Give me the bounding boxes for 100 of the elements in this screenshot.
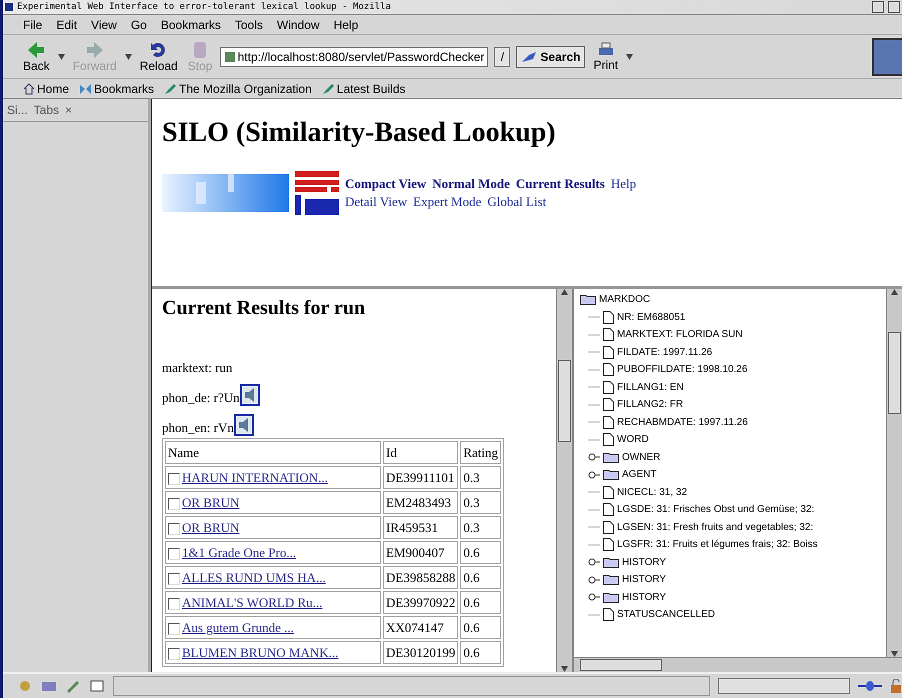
nav-link[interactable]: Detail View [345, 194, 408, 210]
expand-toggle-icon[interactable] [588, 470, 600, 479]
connection-plug-icon[interactable] [858, 679, 882, 693]
tree-item[interactable]: FILDATE: 1997.11.26 [617, 346, 712, 358]
tree-item[interactable]: MARKDOC [599, 294, 650, 306]
menu-item[interactable]: View [89, 18, 119, 32]
table-cell: 0.3 [460, 466, 502, 489]
result-link[interactable]: Aus gutem Grunde ... [182, 620, 294, 634]
column-header: Name [165, 441, 381, 464]
menu-item[interactable]: Window [274, 18, 322, 32]
tree-item[interactable]: STATUSCANCELLED [617, 609, 715, 620]
tree-item[interactable]: HISTORY [622, 574, 666, 586]
result-link[interactable]: ANIMAL'S WORLD Ru... [182, 594, 322, 610]
menu-item[interactable]: Help [332, 18, 360, 32]
speaker-icon[interactable] [240, 384, 260, 406]
tree-item[interactable]: MARKTEXT: FLORIDA SUN [617, 329, 743, 340]
checkbox[interactable] [168, 498, 180, 510]
scroll-thumb[interactable] [580, 659, 662, 671]
result-link[interactable]: 1&1 Grade One Pro... [182, 544, 296, 560]
bookmark-button[interactable]: Bookmarks [77, 82, 156, 96]
lock-icon[interactable] [890, 679, 902, 693]
nav-link[interactable]: Help [610, 176, 636, 192]
bookmark-button[interactable]: The Mozilla Organization [162, 82, 314, 96]
toolbar-button[interactable]: Back [21, 40, 52, 72]
nav-link[interactable]: Normal Mode [432, 176, 510, 192]
tree-item[interactable]: RECHABMDATE: 1997.11.26 [617, 416, 748, 428]
scroll-down-arrow-icon[interactable] [891, 651, 898, 657]
result-link[interactable]: OR BRUN [182, 520, 240, 534]
document-icon [603, 486, 614, 499]
tree-item[interactable]: WORD [617, 434, 649, 446]
expand-toggle-icon[interactable] [588, 558, 600, 566]
back-arrow-icon [26, 40, 46, 58]
scroll-up-arrow-icon[interactable] [561, 289, 568, 295]
url-field[interactable]: http://localhost:8080/servlet/PasswordChecker [220, 46, 488, 66]
tree-item[interactable]: FILLANG1: EN [617, 382, 684, 393]
column-header: Rating [460, 441, 502, 464]
maximize-button[interactable] [888, 1, 900, 13]
menu-item[interactable]: Tools [232, 18, 265, 32]
tree-item[interactable]: LGSEN: 31: Fresh fruits and vegetables; 32: [617, 522, 814, 533]
result-link[interactable]: HARUN INTERNATION... [182, 470, 328, 484]
bookmark-link-icon [322, 82, 335, 94]
dropdown-caret-icon[interactable] [124, 54, 132, 60]
print-button[interactable]: Print [591, 42, 620, 72]
tabs-menu[interactable]: Tabs [34, 103, 60, 117]
horizontal-scrollbar[interactable] [574, 657, 902, 672]
tree-item[interactable]: FILLANG2: FR [617, 399, 684, 410]
table-cell: IR459531 [383, 516, 458, 539]
tree-item[interactable]: HISTORY [622, 556, 666, 568]
nav-link[interactable]: Global List [487, 194, 546, 210]
nav-link[interactable]: Expert Mode [413, 194, 482, 210]
checkbox[interactable] [168, 522, 180, 535]
scrollbar[interactable] [556, 289, 572, 672]
checkbox[interactable] [168, 598, 180, 610]
result-link[interactable]: BLUMEN BRUNO MANK... [182, 644, 338, 660]
tree-item[interactable]: NICECL: 31, 32 [617, 486, 688, 498]
document-icon [603, 310, 614, 324]
nav-link[interactable]: Compact View [345, 176, 426, 192]
speaker-icon[interactable] [234, 414, 254, 436]
toolbar-button[interactable]: Reload [138, 40, 180, 72]
go-button[interactable]: / [494, 46, 510, 66]
document-icon [603, 328, 614, 342]
result-link[interactable]: ALLES RUND UMS HA... [182, 570, 326, 584]
tree-item[interactable]: OWNER [622, 452, 660, 463]
checkbox[interactable] [168, 648, 180, 660]
pen-icon[interactable] [65, 679, 81, 693]
scroll-down-arrow-icon[interactable] [561, 666, 568, 672]
folder-icon [603, 592, 619, 603]
tree-item[interactable]: NR: EM688051 [617, 312, 686, 323]
scroll-up-arrow-icon[interactable] [891, 289, 898, 295]
dropdown-caret-icon[interactable] [626, 54, 634, 60]
minimize-button[interactable] [872, 1, 884, 13]
search-button[interactable]: Search [516, 46, 586, 68]
tree-item[interactable]: AGENT [622, 469, 656, 480]
checkbox[interactable] [168, 572, 180, 585]
dropdown-caret-icon[interactable] [58, 54, 65, 60]
close-button[interactable]: × [65, 103, 72, 117]
menu-item[interactable]: Go [128, 18, 149, 32]
scroll-thumb[interactable] [558, 360, 571, 442]
results-heading: Current Results for run [162, 297, 366, 320]
scrollbar[interactable] [886, 289, 902, 657]
expand-toggle-icon[interactable] [588, 576, 600, 584]
checkbox[interactable] [168, 622, 180, 635]
checkbox[interactable] [168, 472, 180, 485]
expand-toggle-icon[interactable] [588, 593, 600, 602]
bookmark-button[interactable]: Latest Builds [320, 82, 408, 96]
nav-link[interactable]: Current Results [516, 176, 605, 192]
menu-item[interactable]: Edit [54, 18, 80, 32]
menu-item[interactable]: Bookmarks [158, 18, 223, 32]
tree-item[interactable]: LGSDE: 31: Frisches Obst und Gemüse; 32: [617, 504, 814, 516]
scroll-thumb[interactable] [888, 332, 901, 414]
result-link[interactable]: OR BRUN [182, 494, 240, 510]
tree-item[interactable]: HISTORY [622, 592, 666, 603]
tree-item[interactable]: LGSFR: 31: Fruits et légumes frais; 32: Boiss [617, 539, 818, 550]
menu-item[interactable]: File [21, 18, 44, 32]
folder-icon [603, 574, 619, 586]
tree-item[interactable]: PUBOFFILDATE: 1998.10.26 [617, 364, 748, 376]
bookmark-button[interactable]: Home [21, 82, 72, 96]
checkbox[interactable] [168, 548, 180, 560]
table-cell: DE39970922 [383, 591, 458, 614]
expand-toggle-icon[interactable] [588, 453, 600, 462]
